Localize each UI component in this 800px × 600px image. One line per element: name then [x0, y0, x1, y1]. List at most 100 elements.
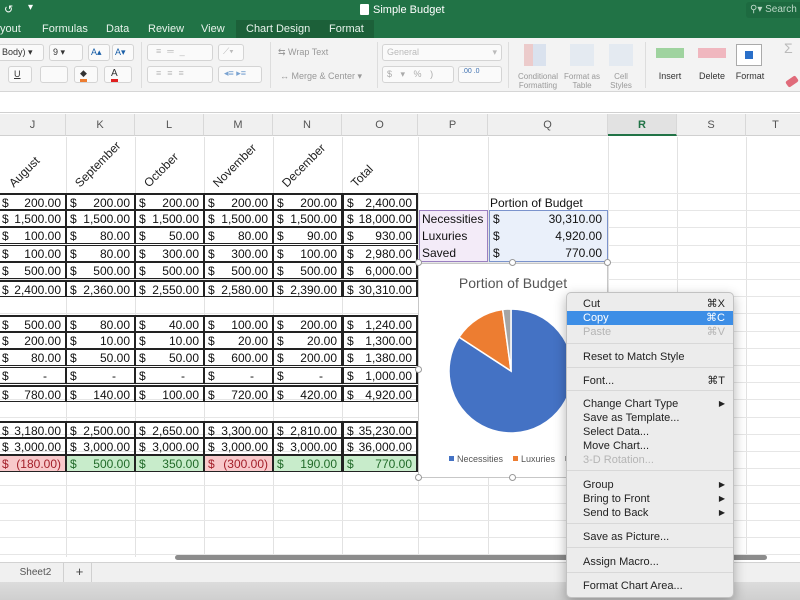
menu-item-select-data[interactable]: Select Data... [567, 425, 733, 439]
necessities-total-cell[interactable]: $2,390.00 [273, 280, 342, 297]
necessity-cell[interactable]: $300.00 [204, 244, 273, 262]
saved-cell[interactable]: $500.00 [66, 455, 135, 473]
chart-resize-handle[interactable] [604, 259, 611, 266]
necessity-cell[interactable]: $500.00 [0, 261, 66, 279]
tab-format[interactable]: Format [320, 20, 374, 38]
luxuries-total-cell[interactable]: $720.00 [204, 384, 273, 402]
necessities-total-cell[interactable]: $2,400.00 [0, 280, 66, 297]
luxury-cell[interactable]: $500.00 [0, 315, 66, 332]
menu-item-group[interactable]: Group ▶ [567, 478, 733, 492]
luxury-cell[interactable]: $ - [204, 366, 273, 384]
necessities-total-cell[interactable]: $2,580.00 [204, 280, 273, 297]
necessity-cell[interactable]: $2,980.00 [342, 244, 418, 262]
necessity-cell[interactable]: $1,500.00 [204, 210, 273, 228]
luxury-cell[interactable]: $50.00 [135, 349, 204, 367]
summary-cell[interactable]: $2,650.00 [135, 421, 204, 438]
chart-resize-handle[interactable] [415, 366, 422, 373]
necessity-cell[interactable]: $6,000.00 [342, 261, 418, 279]
luxury-cell[interactable]: $ - [135, 366, 204, 384]
necessity-cell[interactable]: $80.00 [66, 227, 135, 245]
necessity-cell[interactable]: $18,000.00 [342, 210, 418, 228]
horizontal-align-buttons[interactable]: ≡≡≡ [147, 66, 213, 83]
font-color-button[interactable]: A [104, 66, 132, 83]
underline-button[interactable]: U [8, 66, 32, 83]
menu-item-bring-to-front[interactable]: Bring to Front ▶ [567, 492, 733, 506]
menu-item-save-as-picture[interactable]: Save as Picture... [567, 530, 733, 544]
necessity-cell[interactable]: $1,500.00 [135, 210, 204, 228]
menu-item-assign-macro[interactable]: Assign Macro... [567, 555, 733, 569]
merge-center-button[interactable]: ↔ Merge & Center ▾ [280, 72, 362, 81]
luxury-cell[interactable]: $ - [0, 366, 66, 384]
necessity-cell[interactable]: $80.00 [66, 244, 135, 262]
menu-item-format-chart-area[interactable]: Format Chart Area... [567, 579, 733, 593]
chart-legend[interactable]: Necessities Luxuries S [449, 454, 579, 464]
add-sheet-button[interactable]: + [68, 563, 92, 583]
chart-resize-handle[interactable] [415, 259, 422, 266]
delete-button[interactable]: Delete [694, 72, 730, 81]
luxury-cell[interactable]: $ - [273, 366, 342, 384]
summary-cell[interactable]: $36,000.00 [342, 438, 418, 456]
luxury-cell[interactable]: $80.00 [66, 315, 135, 332]
borders-button[interactable] [40, 66, 68, 83]
saved-cell[interactable]: $770.00 [342, 455, 418, 473]
necessity-cell[interactable]: $100.00 [0, 244, 66, 262]
tab-review[interactable]: Review [148, 20, 184, 38]
format-as-table-button[interactable]: Format as Table [564, 72, 600, 90]
necessity-cell[interactable]: $500.00 [204, 261, 273, 279]
cell-styles-button[interactable]: Cell Styles [606, 72, 636, 90]
tab-view[interactable]: View [201, 20, 225, 38]
necessity-cell[interactable]: $200.00 [66, 193, 135, 210]
number-format-select[interactable]: General ▾ [382, 44, 502, 61]
clear-eraser-icon[interactable] [785, 75, 799, 88]
necessities-total-cell[interactable]: $2,360.00 [66, 280, 135, 297]
column-header-q[interactable]: Q [488, 114, 608, 136]
necessity-cell[interactable]: $300.00 [135, 244, 204, 262]
luxury-cell[interactable]: $600.00 [204, 349, 273, 367]
summary-cell[interactable]: $35,230.00 [342, 421, 418, 438]
necessity-cell[interactable]: $50.00 [135, 227, 204, 245]
luxury-cell[interactable]: $200.00 [0, 332, 66, 350]
luxuries-total-cell[interactable]: $4,920.00 [342, 384, 418, 402]
conditional-formatting-button[interactable]: Conditional Formatting [512, 72, 564, 90]
search-box[interactable]: ⚲▾ Search [746, 2, 800, 18]
luxury-cell[interactable]: $100.00 [204, 315, 273, 332]
chart-resize-handle[interactable] [509, 259, 516, 266]
column-header-o[interactable]: O [342, 114, 418, 136]
menu-item-copy[interactable]: Copy ⌘C [567, 311, 733, 325]
grow-font-button[interactable]: A▴ [88, 44, 110, 61]
summary-cell[interactable]: $3,000.00 [204, 438, 273, 456]
necessity-cell[interactable]: $100.00 [0, 227, 66, 245]
vertical-align-buttons[interactable]: ≡═_ [147, 44, 213, 61]
column-header-s[interactable]: S [677, 114, 746, 136]
autosum-button[interactable]: Σ [784, 41, 793, 55]
summary-cell[interactable]: $3,000.00 [273, 438, 342, 456]
necessity-cell[interactable]: $80.00 [204, 227, 273, 245]
tab-page-layout[interactable]: yout [0, 20, 21, 38]
necessity-cell[interactable]: $1,500.00 [66, 210, 135, 228]
font-name-select[interactable]: Body) ▾ [0, 44, 44, 61]
indent-buttons[interactable]: ◂≡ ▸≡ [218, 66, 262, 83]
orientation-button[interactable]: ⟋▾ [218, 44, 244, 61]
customize-toolbar-icon[interactable]: ▾ [28, 2, 33, 13]
necessity-cell[interactable]: $200.00 [204, 193, 273, 210]
luxury-cell[interactable]: $10.00 [135, 332, 204, 350]
summary-cell[interactable]: $3,000.00 [135, 438, 204, 456]
tab-chart-design[interactable]: Chart Design [236, 20, 320, 38]
saved-cell[interactable]: $ (180.00) [0, 455, 66, 473]
luxury-cell[interactable]: $ - [66, 366, 135, 384]
necessity-cell[interactable]: $200.00 [0, 193, 66, 210]
luxury-cell[interactable]: $10.00 [66, 332, 135, 350]
saved-cell[interactable]: $190.00 [273, 455, 342, 473]
luxuries-total-cell[interactable]: $780.00 [0, 384, 66, 402]
summary-cell[interactable]: $3,180.00 [0, 421, 66, 438]
column-header-m[interactable]: M [204, 114, 273, 136]
chart-resize-handle[interactable] [509, 474, 516, 481]
decimal-buttons[interactable]: .00 .0 [458, 66, 502, 83]
insert-button[interactable]: Insert [652, 72, 688, 81]
menu-item-save-as-template[interactable]: Save as Template... [567, 411, 733, 425]
tab-data[interactable]: Data [106, 20, 129, 38]
summary-cell[interactable]: $2,810.00 [273, 421, 342, 438]
tab-formulas[interactable]: Formulas [42, 20, 88, 38]
necessity-cell[interactable]: $930.00 [342, 227, 418, 245]
luxuries-total-cell[interactable]: $420.00 [273, 384, 342, 402]
